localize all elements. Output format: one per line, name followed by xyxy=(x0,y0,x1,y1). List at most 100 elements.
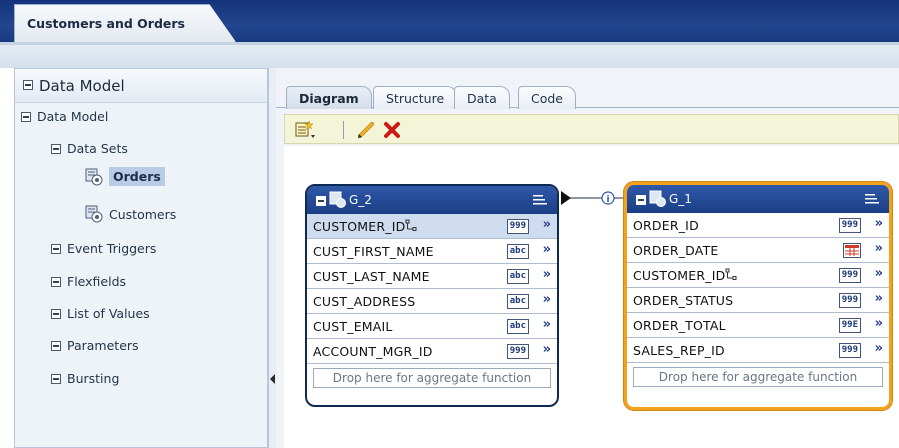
collapse-icon[interactable] xyxy=(51,276,61,287)
tree-item-flexfields[interactable]: Flexfields xyxy=(51,274,126,289)
number-type-icon: 999 xyxy=(838,293,861,308)
tab-structure[interactable]: Structure xyxy=(373,86,458,109)
tree-item-label: Event Triggers xyxy=(67,241,157,256)
key-icon xyxy=(405,219,417,231)
dataset-icon xyxy=(85,205,103,223)
collapse-icon[interactable] xyxy=(21,111,31,122)
dataset-icon xyxy=(649,190,666,207)
number-type-icon: 999 xyxy=(838,343,861,358)
panel-title: Data Model xyxy=(39,77,125,95)
number-type-icon: 999 xyxy=(506,344,529,359)
delete-icon[interactable] xyxy=(381,119,403,141)
field-name: SALES_REP_ID xyxy=(633,343,725,358)
field-row[interactable]: CUST_LAST_NAME abc » xyxy=(307,264,557,289)
field-name: CUSTOMER_ID xyxy=(633,268,726,283)
expand-arrow-icon[interactable]: » xyxy=(875,216,883,231)
collapse-icon[interactable] xyxy=(636,195,646,205)
diagram-canvas[interactable]: i G_2 CUSTOMER_ID 999 » CUST_FIRST_NAME … xyxy=(284,146,899,448)
field-name: CUST_FIRST_NAME xyxy=(313,244,434,259)
tree-item-bursting[interactable]: Bursting xyxy=(51,371,119,386)
key-icon xyxy=(725,268,737,280)
number-type-icon: 999 xyxy=(506,219,529,234)
expand-arrow-icon[interactable]: » xyxy=(543,342,551,357)
field-row[interactable]: CUSTOMER_ID 999 » xyxy=(307,214,557,239)
panel-header[interactable]: Data Model xyxy=(15,69,267,103)
field-row[interactable]: CUST_EMAIL abc » xyxy=(307,314,557,339)
collapse-icon[interactable] xyxy=(51,243,61,254)
field-row[interactable]: CUST_ADDRESS abc » xyxy=(307,289,557,314)
collapse-icon[interactable] xyxy=(316,196,326,206)
field-name: ORDER_TOTAL xyxy=(633,318,726,333)
group-header[interactable]: G_1 xyxy=(627,185,889,213)
field-name: CUST_LAST_NAME xyxy=(313,269,430,284)
tree-item-label: Data Sets xyxy=(67,141,128,156)
expand-arrow-icon[interactable]: » xyxy=(543,242,551,257)
string-type-icon: abc xyxy=(506,244,529,259)
tree-item-parameters[interactable]: Parameters xyxy=(51,338,139,353)
field-row[interactable]: CUSTOMER_ID 999 » xyxy=(627,263,889,288)
collapse-icon[interactable] xyxy=(51,308,61,319)
field-name: ORDER_ID xyxy=(633,218,699,233)
expand-arrow-icon[interactable]: » xyxy=(875,316,883,331)
tree-item-label: Bursting xyxy=(67,371,120,386)
tree-item-orders[interactable]: Orders xyxy=(85,167,165,186)
group-header[interactable]: G_2 xyxy=(307,186,557,214)
collapse-icon[interactable] xyxy=(23,80,33,90)
decimal-type-icon: 99E xyxy=(838,318,861,333)
top-header: Customers and Orders xyxy=(0,0,899,42)
tree-item-list-of-values[interactable]: List of Values xyxy=(51,306,150,321)
tree-item-label: Parameters xyxy=(67,338,139,353)
string-type-icon: abc xyxy=(506,269,529,284)
menu-icon[interactable] xyxy=(865,193,879,205)
field-row[interactable]: CUST_FIRST_NAME abc » xyxy=(307,239,557,264)
expand-arrow-icon[interactable]: » xyxy=(543,267,551,282)
field-row[interactable]: ORDER_ID 999 » xyxy=(627,213,889,238)
panel-splitter[interactable] xyxy=(268,68,276,448)
new-dataset-icon[interactable] xyxy=(293,119,315,141)
editor-panel: Diagram Structure Data Code i G_2 CUSTOM… xyxy=(276,68,899,448)
collapse-icon[interactable] xyxy=(51,373,61,384)
edit-icon[interactable] xyxy=(355,119,377,141)
menu-icon[interactable] xyxy=(533,194,547,206)
expand-arrow-icon[interactable]: » xyxy=(875,341,883,356)
field-row[interactable]: ORDER_TOTAL 99E » xyxy=(627,313,889,338)
tree-item-data-model[interactable]: Data Model xyxy=(21,109,108,124)
expand-arrow-icon[interactable]: » xyxy=(543,292,551,307)
tab-code[interactable]: Code xyxy=(518,86,577,109)
number-type-icon: 999 xyxy=(838,218,861,233)
field-row[interactable]: SALES_REP_ID 999 » xyxy=(627,338,889,363)
aggregate-drop-zone[interactable]: Drop here for aggregate function xyxy=(313,368,551,388)
expand-arrow-icon[interactable]: » xyxy=(543,217,551,232)
field-name: CUST_EMAIL xyxy=(313,319,393,334)
collapse-icon[interactable] xyxy=(51,143,61,154)
group-g1[interactable]: G_1 ORDER_ID 999 » ORDER_DATE » CUSTOMER… xyxy=(624,182,892,410)
data-model-panel: Data Model Data Model Data Sets Orders C… xyxy=(14,68,268,448)
aggregate-drop-zone[interactable]: Drop here for aggregate function xyxy=(633,367,883,387)
tree-item-event-triggers[interactable]: Event Triggers xyxy=(51,241,156,256)
collapse-arrow-icon[interactable] xyxy=(270,374,275,384)
field-row[interactable]: ORDER_DATE » xyxy=(627,238,889,263)
expand-arrow-icon[interactable]: » xyxy=(875,266,883,281)
document-tab[interactable]: Customers and Orders xyxy=(14,4,236,42)
tree-item-data-sets[interactable]: Data Sets xyxy=(51,141,128,156)
expand-arrow-icon[interactable]: » xyxy=(875,291,883,306)
tree-item-customers[interactable]: Customers xyxy=(85,205,176,223)
collapse-icon[interactable] xyxy=(51,340,61,351)
tab-data[interactable]: Data xyxy=(454,86,510,109)
date-type-icon xyxy=(843,243,861,258)
dataset-icon xyxy=(85,168,103,185)
expand-arrow-icon[interactable]: » xyxy=(543,317,551,332)
field-row[interactable]: ORDER_STATUS 999 » xyxy=(627,288,889,313)
diagram-toolbar xyxy=(284,114,899,144)
tree-item-label: Flexfields xyxy=(67,274,127,289)
expand-arrow-icon[interactable]: » xyxy=(875,241,883,256)
string-type-icon: abc xyxy=(506,294,529,309)
header-strip xyxy=(0,42,899,68)
field-row[interactable]: ACCOUNT_MGR_ID 999 » xyxy=(307,339,557,364)
tab-bar: Diagram Structure Data Code xyxy=(276,76,899,109)
tab-diagram[interactable]: Diagram xyxy=(286,86,372,109)
field-name: CUST_ADDRESS xyxy=(313,294,416,309)
tree-item-label: List of Values xyxy=(67,306,150,321)
field-name: ORDER_DATE xyxy=(633,243,719,258)
group-g2[interactable]: G_2 CUSTOMER_ID 999 » CUST_FIRST_NAME ab… xyxy=(305,184,559,407)
